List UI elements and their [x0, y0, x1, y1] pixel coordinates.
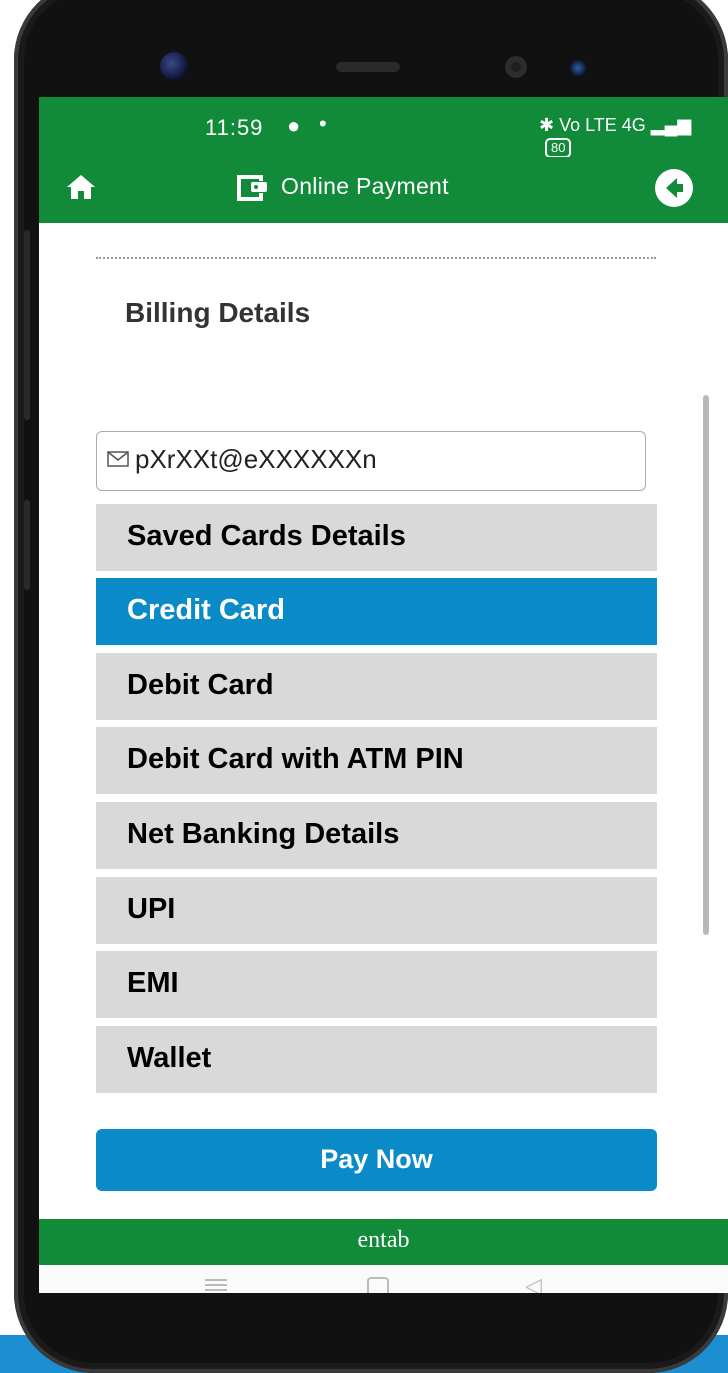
- pay-now-button[interactable]: Pay Now: [96, 1129, 657, 1191]
- method-saved-cards[interactable]: Saved Cards Details: [96, 504, 657, 571]
- earpiece-speaker: [336, 62, 400, 72]
- envelope-icon: [107, 451, 129, 467]
- divider: [96, 257, 656, 259]
- recent-apps-button[interactable]: [205, 1279, 227, 1281]
- page-title: Online Payment: [281, 173, 449, 199]
- method-debit-atm-pin[interactable]: Debit Card with ATM PIN: [96, 727, 657, 794]
- whatsapp-call-icon: ●: [287, 113, 301, 138]
- method-emi[interactable]: EMI: [96, 951, 657, 1018]
- home-icon[interactable]: [65, 171, 97, 203]
- power-button: [24, 500, 30, 590]
- system-nav-bar: ◁: [39, 1265, 728, 1293]
- proximity-sensor: [505, 56, 527, 78]
- phone-screen: 11:59 ● • ✱ Vo LTE 4G ▂▄▆ 80 Online Paym…: [39, 97, 728, 1293]
- method-label: Wallet: [127, 1042, 212, 1074]
- network-icons: ✱ Vo LTE 4G ▂▄▆: [539, 115, 692, 135]
- method-wallet[interactable]: Wallet: [96, 1026, 657, 1093]
- method-label: Net Banking Details: [127, 818, 400, 850]
- status-bar: 11:59 ● • ✱ Vo LTE 4G ▂▄▆ 80: [39, 97, 728, 158]
- light-sensor: [570, 60, 586, 76]
- payment-content: Billing Details pXrXXt@eXXXXXXn Saved Ca…: [39, 223, 728, 1219]
- method-debit-card[interactable]: Debit Card: [96, 653, 657, 720]
- notification-dot: •: [319, 111, 327, 136]
- volume-button: [24, 230, 30, 420]
- scrollbar[interactable]: [703, 395, 709, 935]
- back-button[interactable]: [655, 169, 693, 207]
- footer-bar: entab: [39, 1219, 728, 1265]
- home-nav-button[interactable]: [367, 1277, 389, 1293]
- battery-icon: 80: [545, 138, 572, 158]
- method-net-banking[interactable]: Net Banking Details: [96, 802, 657, 869]
- wallet-icon: [237, 175, 267, 201]
- method-label: Credit Card: [127, 594, 285, 626]
- app-bar: Online Payment: [39, 157, 728, 223]
- status-icons: ✱ Vo LTE 4G ▂▄▆ 80: [539, 115, 728, 158]
- email-value: pXrXXt@eXXXXXXn: [135, 444, 377, 474]
- method-label: Debit Card: [127, 669, 274, 701]
- pay-now-label: Pay Now: [320, 1144, 433, 1174]
- method-label: Saved Cards Details: [127, 520, 406, 552]
- status-time: 11:59: [205, 115, 264, 140]
- front-camera: [160, 52, 188, 80]
- billing-title: Billing Details: [125, 297, 311, 328]
- method-upi[interactable]: UPI: [96, 877, 657, 944]
- method-credit-card[interactable]: Credit Card: [96, 578, 657, 645]
- entab-logo: entab: [357, 1227, 410, 1253]
- method-label: UPI: [127, 893, 176, 925]
- email-field[interactable]: pXrXXt@eXXXXXXn: [96, 431, 646, 491]
- method-label: EMI: [127, 967, 179, 999]
- back-nav-button[interactable]: ◁: [525, 1273, 542, 1293]
- back-arrow-icon: [666, 178, 683, 198]
- method-label: Debit Card with ATM PIN: [127, 743, 464, 775]
